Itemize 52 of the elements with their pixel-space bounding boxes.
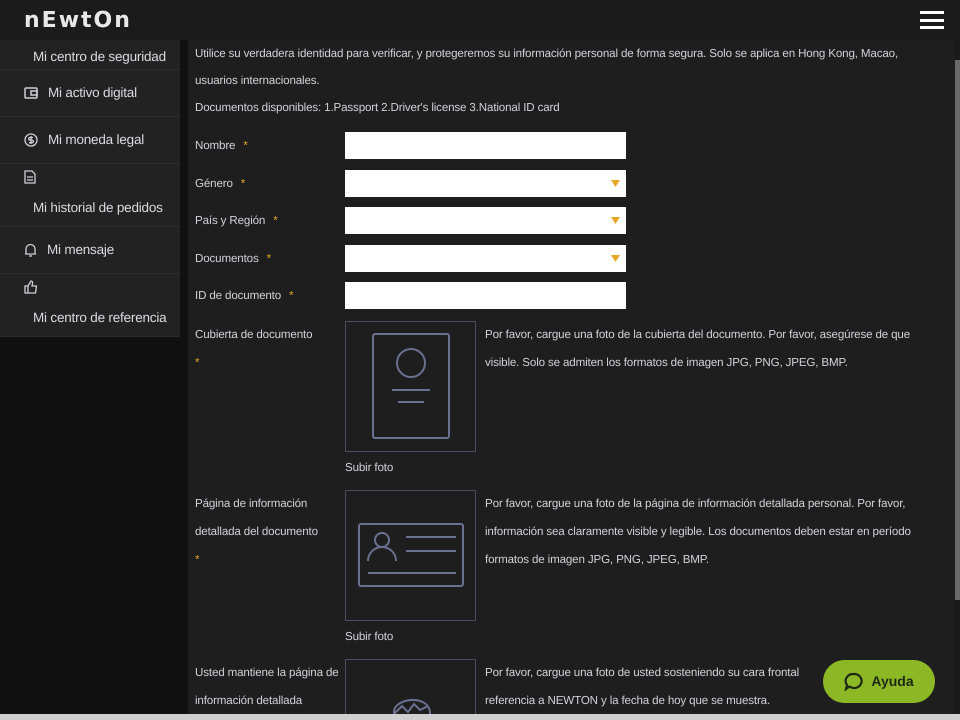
required-mark: * <box>195 356 200 368</box>
dropdown-arrow-icon <box>611 217 620 224</box>
required-mark: * <box>195 552 200 566</box>
sidebar-item[interactable]: Mi activo digital <box>0 70 180 117</box>
field-label: ID de documento <box>195 288 282 304</box>
upload-label: Usted mantiene la página de información detallada <box>195 664 339 708</box>
upload-photo-link[interactable]: Subir foto <box>345 460 485 476</box>
select-field[interactable] <box>345 207 626 234</box>
intro-text: Documentos disponibles: 1.Passport 2.Driver's license 3.National ID card <box>195 100 561 116</box>
upload-instructions: Por favor, cargue una foto de la cubierta del documento. Por favor, asegúrese de que <box>485 326 910 342</box>
dollar-coin-icon <box>24 133 38 147</box>
upload-instructions: referencia a NEWTON y la fecha de hoy que se muestra. <box>485 692 772 708</box>
select-field[interactable] <box>345 170 626 197</box>
thumbs-up-icon <box>24 280 38 294</box>
bell-icon <box>24 243 37 257</box>
required-mark: * <box>289 288 294 304</box>
field-label: Documentos <box>195 250 259 267</box>
upload-label: Cubierta de documento <box>195 326 314 342</box>
upload-instructions: Por favor, cargue una foto de la página de información detallada personal. Por favor, <box>485 496 906 512</box>
sidebar-item[interactable]: Mi mensaje <box>0 227 180 274</box>
required-mark: * <box>240 176 246 192</box>
horizontal-scrollbar[interactable] <box>0 714 960 720</box>
input-field[interactable] <box>345 132 626 160</box>
upload-instructions: información sea claramente visible y legible. Los documentos deben estar en período <box>485 524 911 540</box>
required-mark: * <box>243 138 248 154</box>
field-label: País y Región <box>195 213 266 230</box>
dropdown-arrow-icon <box>611 254 620 262</box>
select-field[interactable] <box>345 244 626 272</box>
intro-text: usuarios internacionales. <box>195 73 321 89</box>
field-label: Género <box>195 176 233 192</box>
field-label: Nombre <box>195 138 236 154</box>
required-mark: * <box>273 213 278 230</box>
input-field[interactable] <box>345 282 626 310</box>
required-mark: * <box>266 250 271 267</box>
newton-logo[interactable]: nEwtOn <box>24 4 132 36</box>
upload-instructions: formatos de imagen JPG, PNG, JPEG, BMP. <box>485 552 710 568</box>
upload-instructions: visible. Solo se admiten los formatos de imagen JPG, PNG, JPEG, BMP. <box>485 354 849 370</box>
sidebar-item[interactable]: Mi historial de pedidos <box>0 164 180 227</box>
sidebar-item[interactable]: Mi moneda legal <box>0 117 180 164</box>
menu-icon[interactable] <box>920 11 944 29</box>
sidebar-item[interactable]: Mi centro de seguridad <box>0 40 180 70</box>
dropdown-arrow-icon <box>611 180 620 187</box>
upload-photo-link[interactable]: Subir foto <box>345 628 485 644</box>
intro-text: Utilice su verdadera identidad para verificar, y protegeremos su información personal de forma segura. Solo se aplica en Hong Kong, Macao, <box>195 46 900 62</box>
scrollbar-thumb[interactable] <box>955 60 960 600</box>
sidebar-item[interactable]: Mi centro de referencia <box>0 274 180 337</box>
wallet-icon <box>24 87 38 99</box>
upload-instructions: Por favor, cargue una foto de usted sosteniendo su cara frontal <box>485 664 800 680</box>
help-button[interactable]: Ayuda <box>823 660 935 703</box>
document-icon <box>24 170 36 184</box>
upload-label: Página de información detallada del documento <box>195 496 319 540</box>
chat-bubble-icon <box>844 672 864 691</box>
